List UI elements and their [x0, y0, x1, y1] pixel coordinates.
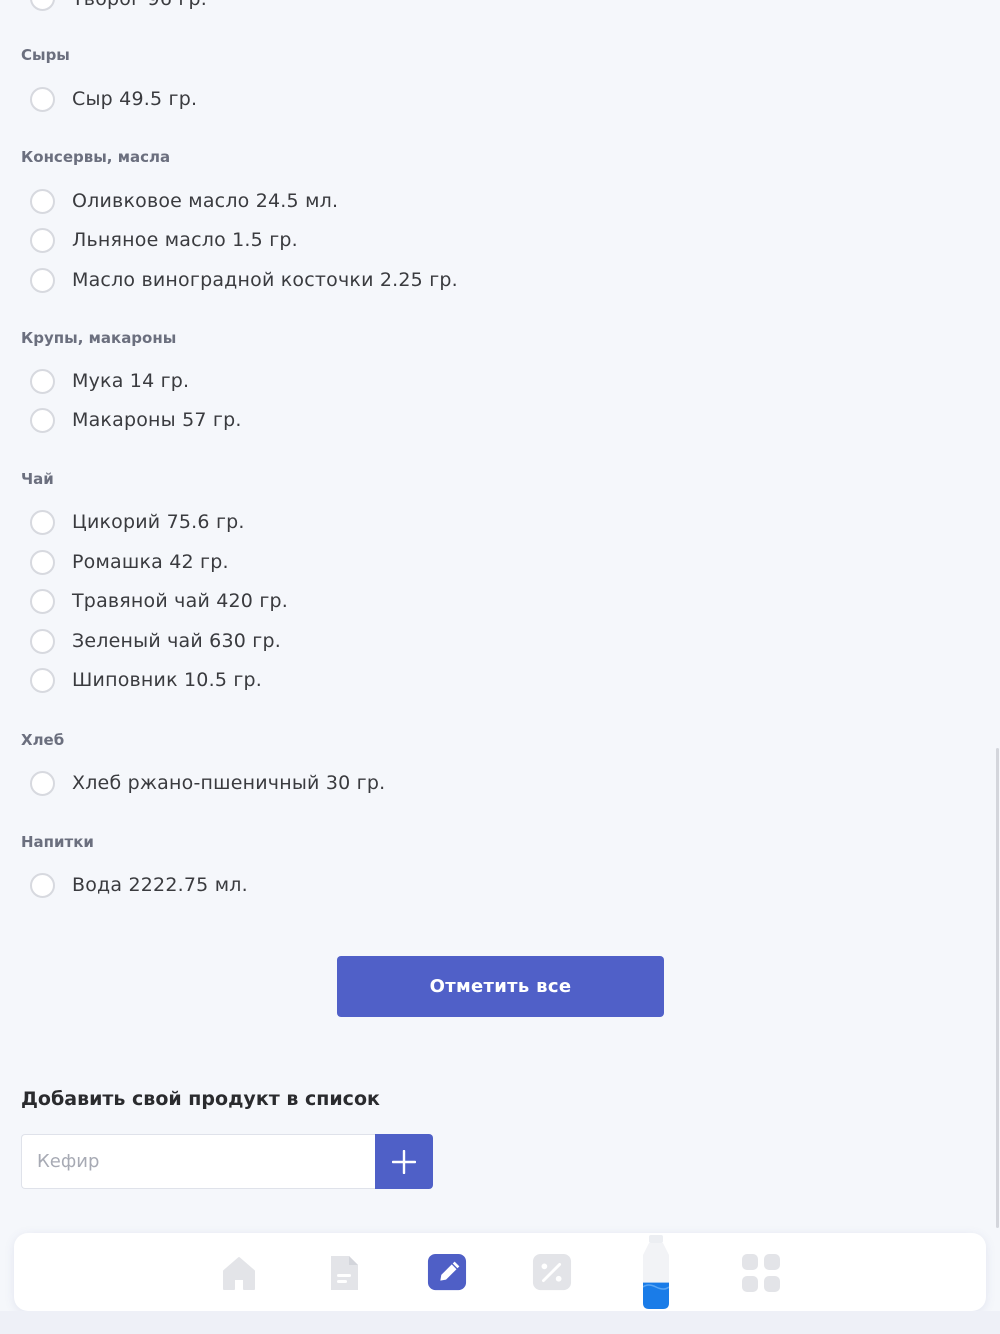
- item-label: Ромашка 42 гр.: [72, 551, 229, 573]
- item-label: Макароны 57 гр.: [72, 409, 242, 431]
- item-label: Масло виноградной косточки 2.25 гр.: [72, 269, 458, 291]
- item-label: Льняное масло 1.5 гр.: [72, 229, 298, 251]
- tab-documents[interactable]: [324, 1253, 364, 1293]
- add-product-title: Добавить свой продукт в список: [21, 1088, 380, 1110]
- item-label: Мука 14 гр.: [72, 370, 190, 392]
- item-checkbox[interactable]: [30, 509, 55, 535]
- bottom-safe-area: [0, 1311, 1000, 1334]
- list-item[interactable]: Масло виноградной косточки 2.25 гр.: [30, 264, 458, 296]
- item-checkbox[interactable]: [30, 872, 55, 898]
- list-item[interactable]: Травяной чай 420 гр.: [30, 585, 288, 617]
- tab-menu[interactable]: [741, 1253, 781, 1293]
- mark-all-button[interactable]: Отметить все: [337, 956, 664, 1017]
- tab-home[interactable]: [219, 1253, 259, 1293]
- list-item[interactable]: Оливковое масло 24.5 мл.: [30, 185, 338, 217]
- item-label: Хлеб ржано-пшеничный 30 гр.: [72, 772, 386, 794]
- list-item[interactable]: Макароны 57 гр.: [30, 404, 242, 436]
- list-item[interactable]: Мука 14 гр.: [30, 365, 189, 397]
- list-item[interactable]: Сыр 49.5 гр.: [30, 83, 197, 115]
- category-heading: Напитки: [21, 833, 94, 851]
- list-item[interactable]: Ромашка 42 гр.: [30, 546, 229, 578]
- home-icon: [223, 1257, 255, 1290]
- document-icon: [331, 1256, 358, 1290]
- percent-icon: [532, 1253, 572, 1291]
- water-bottle-icon: [643, 1235, 669, 1309]
- apps-grid-icon: [742, 1254, 780, 1292]
- add-product-button[interactable]: [375, 1134, 433, 1189]
- item-label: Вода 2222.75 мл.: [72, 874, 248, 896]
- item-checkbox[interactable]: [30, 407, 55, 433]
- item-label: Зеленый чай 630 гр.: [72, 630, 281, 652]
- edit-icon: [427, 1253, 467, 1291]
- category-heading: Консервы, масла: [21, 148, 171, 166]
- list-item[interactable]: Цикорий 75.6 гр.: [30, 506, 245, 538]
- item-checkbox[interactable]: [30, 86, 55, 112]
- shopping-list: Творог 96 гр. Сыры Сыр 49.5 гр. Консервы…: [0, 0, 1000, 1334]
- list-item[interactable]: Зеленый чай 630 гр.: [30, 625, 281, 657]
- item-label: Травяной чай 420 гр.: [72, 590, 289, 612]
- item-checkbox[interactable]: [30, 549, 55, 575]
- list-item[interactable]: Льняное масло 1.5 гр.: [30, 224, 298, 256]
- add-product-input[interactable]: [21, 1134, 375, 1189]
- item-label: Оливковое масло 24.5 мл.: [72, 190, 339, 212]
- list-item[interactable]: Вода 2222.75 мл.: [30, 869, 248, 901]
- bottom-tab-bar: [14, 1233, 986, 1311]
- add-product-form: [21, 1134, 433, 1189]
- item-label: Творог 96 гр.: [72, 0, 207, 10]
- tab-water[interactable]: [636, 1235, 676, 1311]
- item-label: Шиповник 10.5 гр.: [72, 669, 263, 691]
- tab-discounts[interactable]: [532, 1253, 572, 1293]
- item-checkbox[interactable]: [30, 368, 55, 394]
- scrollbar[interactable]: [996, 748, 999, 1228]
- item-label: Цикорий 75.6 гр.: [72, 511, 245, 533]
- item-checkbox[interactable]: [30, 267, 55, 293]
- category-heading: Сыры: [21, 46, 70, 64]
- category-heading: Крупы, макароны: [21, 329, 177, 347]
- item-checkbox[interactable]: [30, 628, 55, 654]
- item-checkbox[interactable]: [30, 227, 55, 253]
- list-item[interactable]: Шиповник 10.5 гр.: [30, 664, 262, 696]
- item-checkbox[interactable]: [30, 188, 55, 214]
- category-heading: Чай: [21, 470, 54, 488]
- item-checkbox[interactable]: [30, 770, 55, 796]
- list-item[interactable]: Хлеб ржано-пшеничный 30 гр.: [30, 767, 385, 799]
- tab-edit[interactable]: [427, 1253, 467, 1293]
- item-label: Сыр 49.5 гр.: [72, 88, 198, 110]
- plus-icon: [392, 1149, 416, 1174]
- item-checkbox[interactable]: [30, 667, 55, 693]
- item-checkbox[interactable]: [30, 588, 55, 614]
- list-item[interactable]: Творог 96 гр.: [30, 0, 207, 11]
- category-heading: Хлеб: [21, 731, 65, 749]
- item-checkbox[interactable]: [30, 0, 55, 11]
